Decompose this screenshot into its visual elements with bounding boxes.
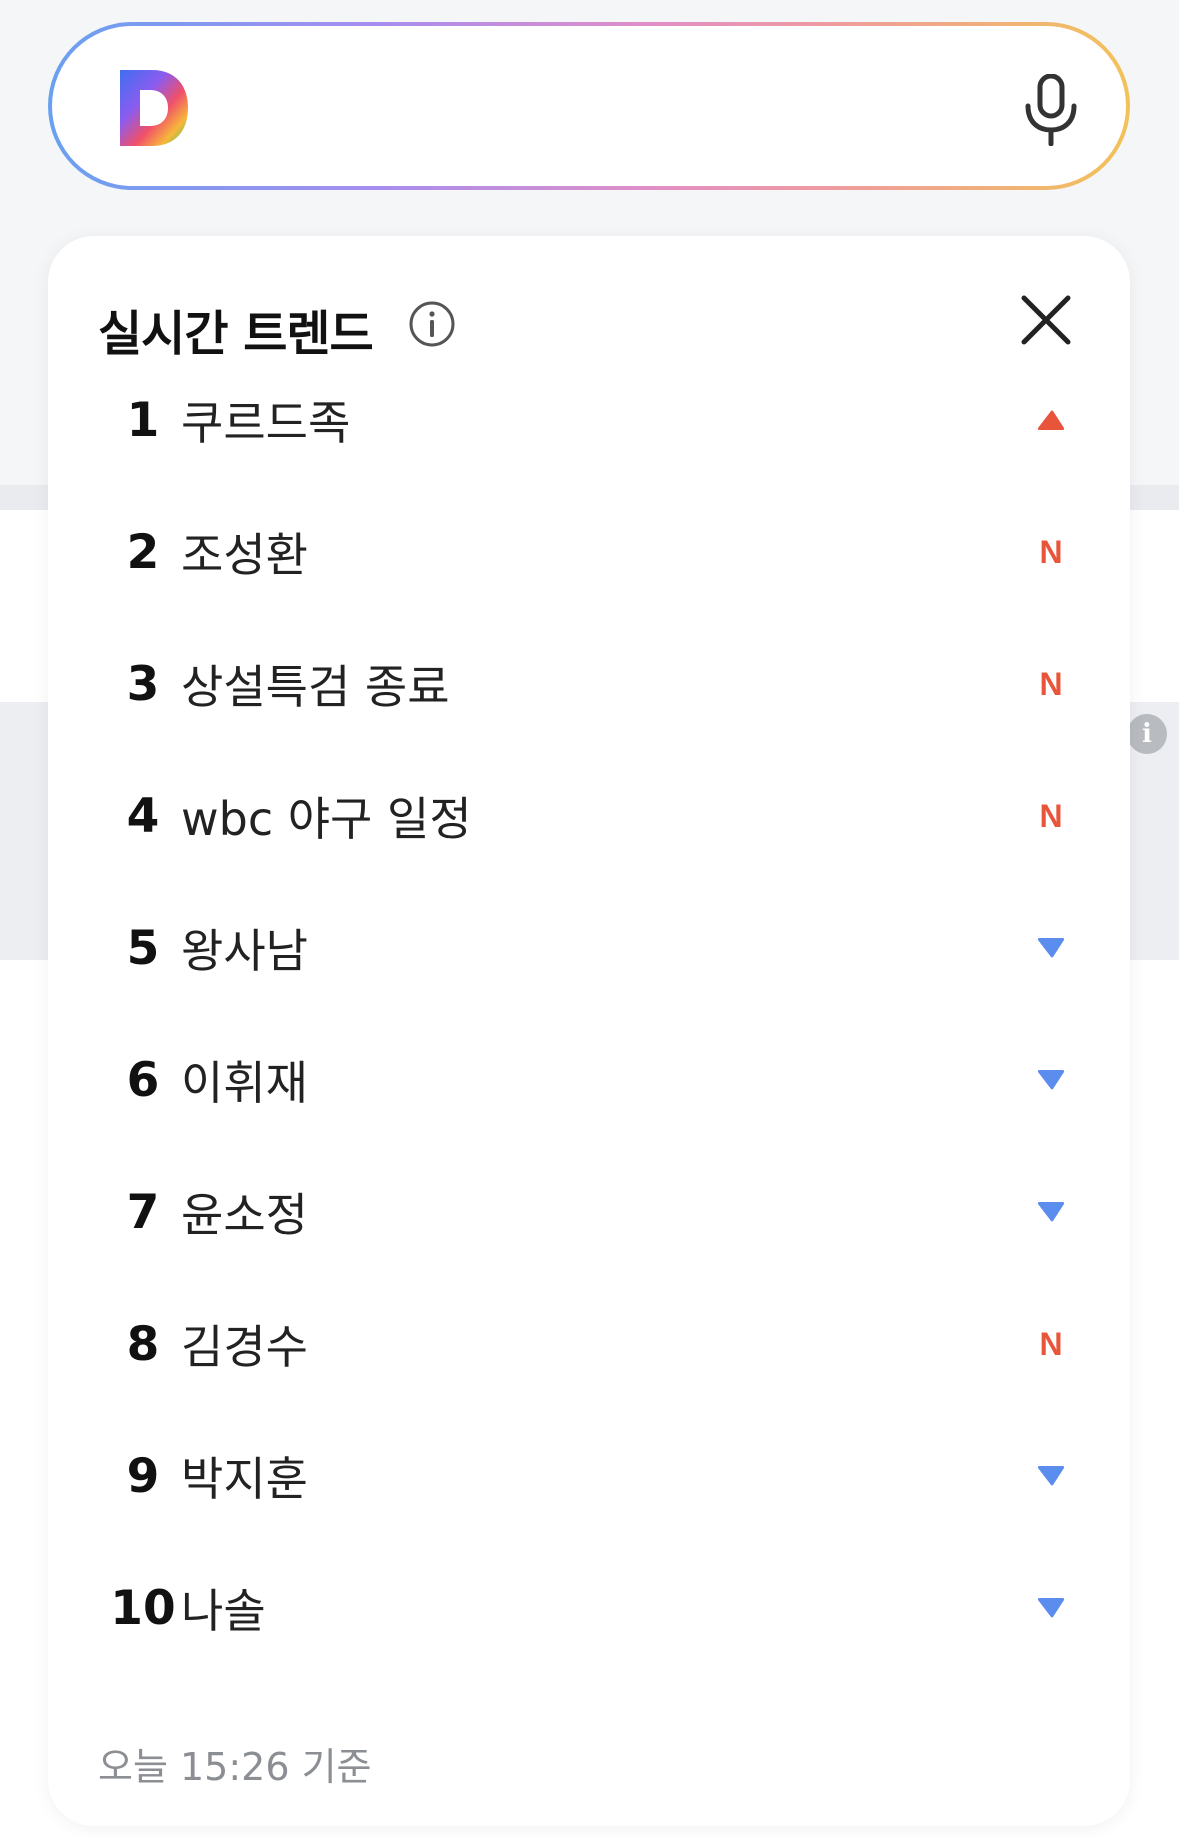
page: i 실시간 트렌드 1 쿠르드족 2 조성환 N 3 상설특검 종료 N 4 w…	[0, 0, 1179, 1838]
trend-rank: 4	[126, 788, 160, 844]
trend-term: 이휘재	[181, 1056, 308, 1110]
trend-rank: 8	[126, 1316, 160, 1372]
trend-rank: 7	[126, 1184, 160, 1240]
trend-term: 상설특검 종료	[181, 660, 450, 714]
trend-item[interactable]: 10 나솔	[48, 1542, 1130, 1674]
info-icon[interactable]	[408, 300, 456, 348]
trend-term: 김경수	[181, 1320, 308, 1374]
trend-item[interactable]: 4 wbc 야구 일정 N	[48, 750, 1130, 882]
rank-up-icon	[1034, 403, 1068, 437]
rank-down-icon	[1034, 1459, 1068, 1493]
update-timestamp: 오늘 15:26 기준	[98, 1745, 372, 1789]
trend-term: 쿠르드족	[181, 396, 351, 450]
trend-rank: 3	[126, 656, 160, 712]
trend-item[interactable]: 7 윤소정	[48, 1146, 1130, 1278]
search-bar-inner	[52, 26, 1126, 186]
trend-list: 1 쿠르드족 2 조성환 N 3 상설특검 종료 N 4 wbc 야구 일정 N 5 왕사남 6 이휘재 7 윤…	[48, 354, 1130, 1674]
trend-term: 박지훈	[181, 1452, 308, 1506]
realtime-trends-popup: 실시간 트렌드 1 쿠르드족 2 조성환 N 3 상설특검 종료 N 4 wbc 야구 일정 N 5 왕…	[48, 236, 1130, 1826]
daum-logo-icon[interactable]	[118, 68, 190, 148]
trend-item[interactable]: 3 상설특검 종료 N	[48, 618, 1130, 750]
trend-item[interactable]: 9 박지훈	[48, 1410, 1130, 1542]
trend-rank: 5	[126, 920, 160, 976]
trend-item[interactable]: 2 조성환 N	[48, 486, 1130, 618]
rank-down-icon	[1034, 1591, 1068, 1625]
trend-item[interactable]: 8 김경수 N	[48, 1278, 1130, 1410]
trend-term: 왕사남	[181, 924, 308, 978]
trend-rank: 9	[126, 1448, 160, 1504]
trend-rank: 6	[126, 1052, 160, 1108]
trend-item[interactable]: 1 쿠르드족	[48, 354, 1130, 486]
search-input[interactable]	[222, 70, 982, 146]
trend-term: 나솔	[181, 1584, 266, 1638]
rank-down-icon	[1034, 931, 1068, 965]
new-badge: N	[1039, 1325, 1063, 1362]
trend-rank: 1	[126, 392, 160, 448]
new-badge: N	[1039, 797, 1063, 834]
new-badge: N	[1039, 665, 1063, 702]
trend-item[interactable]: 6 이휘재	[48, 1014, 1130, 1146]
new-badge: N	[1039, 533, 1063, 570]
microphone-icon[interactable]	[1022, 74, 1080, 146]
close-icon[interactable]	[1014, 288, 1078, 352]
trend-term: wbc 야구 일정	[181, 792, 472, 846]
trend-rank: 2	[126, 524, 160, 580]
trend-term: 조성환	[181, 528, 308, 582]
ad-info-icon[interactable]: i	[1127, 714, 1167, 754]
trend-rank: 10	[110, 1580, 176, 1636]
rank-down-icon	[1034, 1063, 1068, 1097]
search-bar	[48, 22, 1130, 190]
trend-term: 윤소정	[181, 1188, 308, 1242]
trend-item[interactable]: 5 왕사남	[48, 882, 1130, 1014]
rank-down-icon	[1034, 1195, 1068, 1229]
